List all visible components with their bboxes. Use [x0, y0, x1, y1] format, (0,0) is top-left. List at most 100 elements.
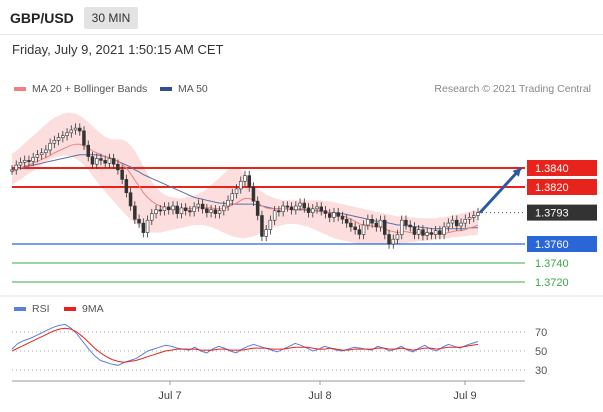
level-label-text: 1.3740	[535, 258, 569, 270]
candle-body	[442, 226, 446, 235]
candle-body	[82, 130, 86, 146]
candle-body	[31, 157, 35, 162]
candle-body	[124, 179, 129, 193]
candle-body	[205, 208, 209, 213]
candle-body	[200, 203, 205, 210]
candle-body	[167, 206, 171, 210]
candle-body	[222, 205, 226, 211]
candle-body	[459, 222, 463, 227]
candle-body	[454, 219, 459, 227]
level-label-1.3740: 1.3740	[535, 258, 569, 270]
candle-body	[391, 238, 395, 245]
level-label-1.3760: 1.3760	[527, 236, 597, 252]
candle-body	[349, 222, 353, 228]
candle-body	[408, 224, 412, 228]
candle-body	[433, 230, 438, 235]
candle-body	[95, 158, 99, 165]
ma9-swatch	[64, 307, 76, 312]
candle-body	[260, 215, 264, 237]
candle-body	[243, 175, 247, 182]
x-tick-label: Jul 8	[308, 390, 331, 402]
candle-body	[281, 205, 285, 212]
candle-body	[323, 210, 328, 214]
rsi-line-RSI	[11, 323, 479, 366]
candle-body	[366, 219, 370, 226]
candle-body	[404, 219, 408, 226]
x-tick-label: Jul 9	[453, 390, 476, 402]
candle-body	[298, 202, 302, 207]
rsi-swatch	[14, 307, 26, 312]
candle-body	[56, 137, 61, 141]
candle-body	[196, 203, 201, 208]
candle-body	[154, 209, 158, 214]
candle-body	[27, 160, 31, 162]
candle-body	[230, 193, 235, 201]
candle-body	[188, 210, 192, 213]
candle-body	[395, 234, 400, 240]
candle-body	[382, 219, 387, 235]
candle-body	[141, 222, 146, 233]
level-label-text: 1.3840	[535, 163, 569, 175]
candle-body	[421, 229, 425, 236]
candle-body	[353, 226, 357, 230]
candle-body	[306, 207, 311, 213]
candle-body	[319, 206, 323, 211]
candle-body	[61, 135, 65, 138]
candle-body	[183, 207, 188, 211]
candle-body	[103, 160, 107, 164]
candle-body	[416, 229, 421, 235]
candle-body	[310, 208, 315, 213]
candle-body	[446, 222, 451, 228]
candle-body	[438, 230, 442, 235]
candle-body	[69, 129, 74, 134]
candle-body	[14, 164, 19, 171]
legend-9ma: 9MA	[64, 303, 104, 315]
candle	[260, 210, 264, 242]
candle-body	[145, 219, 150, 233]
candle-body	[277, 210, 281, 213]
candle-body	[344, 219, 349, 224]
legend-rsi: RSI	[14, 303, 50, 315]
candle-body	[315, 206, 319, 210]
candle-body	[463, 219, 467, 224]
candle-body	[192, 206, 196, 212]
candle-body	[99, 158, 103, 161]
candle-body	[22, 160, 27, 163]
rsi-line-9MA	[11, 327, 479, 363]
candle-body	[336, 212, 340, 217]
candle-body	[450, 219, 455, 224]
candle-body	[268, 219, 273, 230]
legend-9ma-label: 9MA	[82, 303, 104, 315]
candle-body	[175, 205, 179, 214]
candle-body	[116, 163, 120, 171]
candle-body	[133, 205, 137, 220]
price-chart: 1.3840 1.3820 1.3793 1.3760 1.3740 1.3720 70 50…	[0, 112, 603, 402]
candle-body	[302, 202, 306, 209]
candle-body	[52, 140, 57, 144]
rsi-tick-label: 30	[535, 365, 547, 377]
candle-body	[10, 169, 14, 172]
candle-body	[471, 215, 476, 218]
candle-body	[272, 210, 277, 221]
candle-body	[378, 219, 383, 228]
candle-body	[370, 219, 374, 224]
candle-body	[179, 207, 184, 214]
candle-body	[399, 219, 404, 235]
level-label-1.3720: 1.3720	[535, 277, 569, 289]
level-label-1.3820: 1.3820	[527, 179, 597, 195]
candle-body	[35, 154, 40, 158]
rsi-tick-label: 50	[535, 346, 547, 358]
candle-body	[65, 132, 69, 136]
candle-body	[226, 200, 230, 207]
candle-body	[239, 181, 243, 190]
candle-body	[234, 188, 239, 194]
candle-body	[73, 127, 78, 131]
x-tick-label: Jul 7	[158, 390, 181, 402]
candle-body	[264, 229, 268, 237]
candle-body	[332, 212, 336, 218]
level-label-text: 1.3793	[535, 208, 569, 220]
level-label-text: 1.3760	[535, 239, 569, 251]
candle-body	[111, 158, 116, 165]
candle-body	[44, 149, 48, 153]
candle-body	[361, 224, 366, 235]
